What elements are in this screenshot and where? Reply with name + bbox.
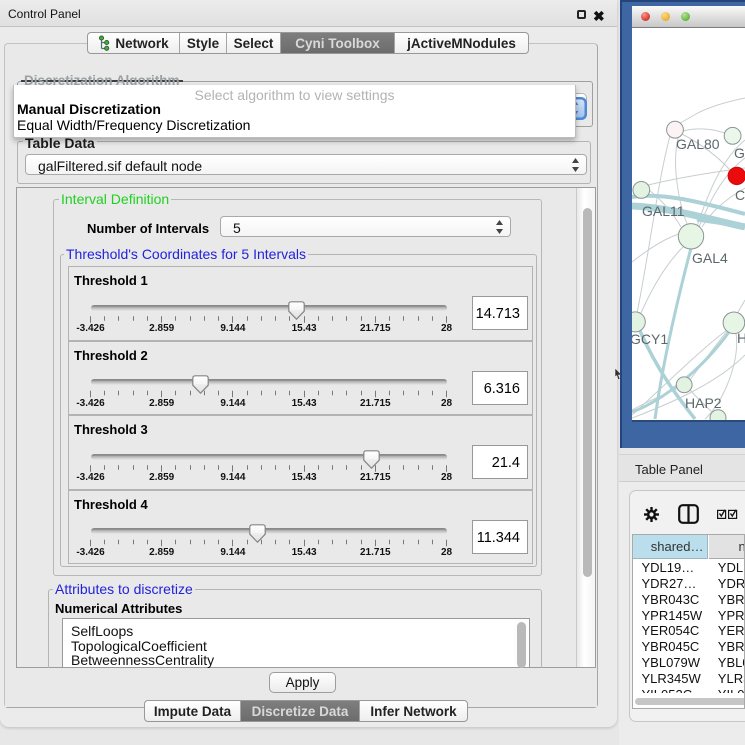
svg-text:H: H [737, 330, 745, 346]
svg-text:C: C [735, 187, 745, 203]
svg-text:GAL11: GAL11 [642, 203, 685, 219]
svg-text:HAP2: HAP2 [685, 395, 722, 411]
svg-text:GAL80: GAL80 [676, 136, 720, 152]
svg-text:GCY1: GCY1 [632, 331, 668, 347]
svg-text:GAL4: GAL4 [692, 250, 728, 266]
svg-text:GA: GA [734, 145, 745, 161]
